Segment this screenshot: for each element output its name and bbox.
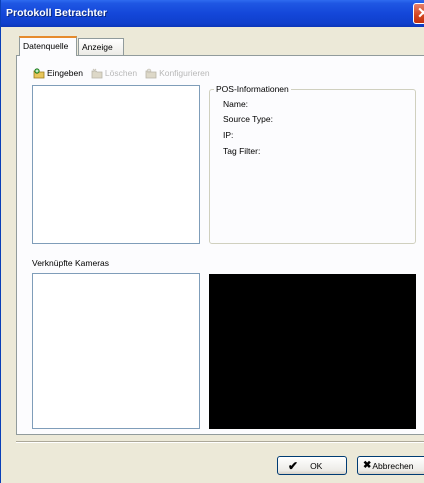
eingeben-button[interactable]: Eingeben bbox=[33, 67, 83, 79]
pos-source-list[interactable] bbox=[32, 85, 200, 244]
pos-info-group bbox=[209, 89, 416, 244]
close-icon: ✕ bbox=[417, 5, 424, 22]
close-button[interactable]: ✕ bbox=[413, 3, 424, 24]
toolbar: Eingeben Löschen Konfigurieren bbox=[33, 66, 210, 80]
tab-datenquelle-label: Datenquelle bbox=[23, 41, 69, 51]
ok-button[interactable]: ✔ OK bbox=[277, 456, 347, 475]
protokoll-betrachter-dialog: Protokoll Betrachter ✕ Datenquelle Anzei… bbox=[0, 0, 424, 483]
pos-info-title: POS-Informationen bbox=[214, 84, 291, 94]
loeschen-button[interactable]: Löschen bbox=[91, 68, 137, 79]
cancel-button[interactable]: ✖ Abbrechen bbox=[357, 456, 424, 475]
delete-folder-icon bbox=[91, 68, 103, 78]
linked-cameras-label: Verknüpfte Kameras bbox=[32, 258, 110, 268]
separator bbox=[16, 441, 424, 443]
tab-datenquelle[interactable]: Datenquelle bbox=[19, 36, 77, 56]
title-bar[interactable]: Protokoll Betrachter ✕ bbox=[1, 0, 424, 27]
cancel-x-icon: ✖ bbox=[363, 460, 372, 471]
pos-name-label: Name: bbox=[223, 99, 249, 109]
tab-anzeige[interactable]: Anzeige bbox=[78, 38, 124, 55]
camera-preview bbox=[209, 274, 416, 429]
tab-anzeige-label: Anzeige bbox=[82, 42, 113, 52]
configure-folder-icon bbox=[145, 68, 157, 78]
cancel-label: Abbrechen bbox=[372, 460, 414, 471]
pos-tag-filter-label: Tag Filter: bbox=[223, 146, 261, 156]
konfigurieren-label: Konfigurieren bbox=[159, 68, 210, 78]
pos-source-type-label: Source Type: bbox=[223, 114, 273, 124]
pos-ip-label: IP: bbox=[223, 130, 234, 140]
checkmark-icon: ✔ bbox=[288, 458, 299, 473]
ok-label: OK bbox=[310, 460, 323, 471]
eingeben-label: Eingeben bbox=[47, 68, 83, 78]
window-title: Protokoll Betrachter bbox=[6, 7, 107, 19]
linked-cameras-list[interactable] bbox=[32, 273, 200, 429]
add-folder-icon bbox=[33, 67, 45, 78]
loeschen-label: Löschen bbox=[104, 68, 138, 78]
konfigurieren-button[interactable]: Konfigurieren bbox=[145, 68, 210, 79]
